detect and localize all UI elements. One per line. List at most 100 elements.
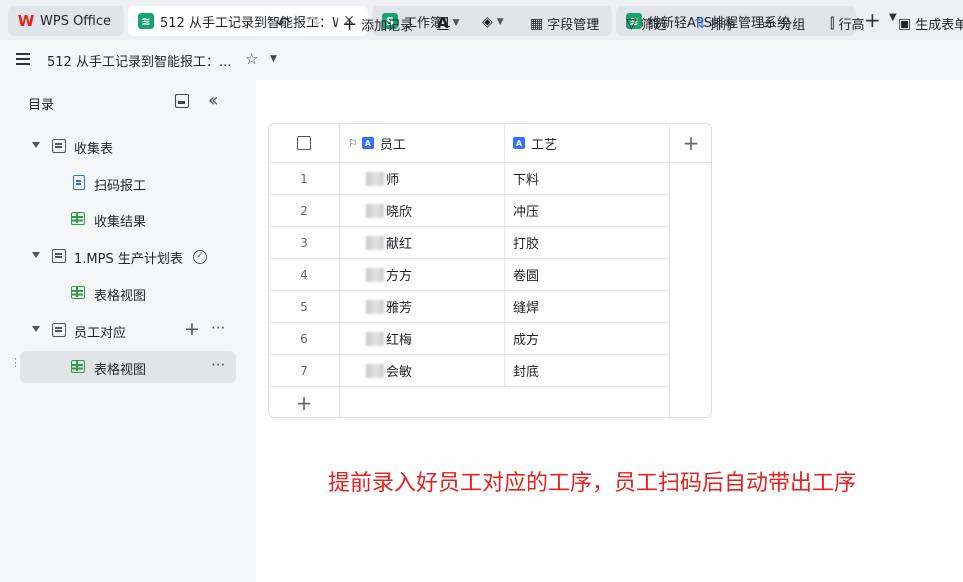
row-number[interactable]: 4 (269, 259, 340, 291)
redacted-name (366, 267, 384, 282)
row-height-icon: ⫿ (830, 15, 835, 32)
cell-process[interactable]: 打胶 (505, 227, 670, 259)
plus-icon: + (682, 131, 700, 155)
toolbar (256, 80, 963, 124)
redacted-name (366, 299, 384, 314)
expand-arrow-icon[interactable] (32, 326, 40, 332)
sidebar-title: 目录 (28, 98, 55, 113)
undo-icon[interactable]: ↶ (276, 14, 290, 34)
text-field-icon: A (513, 137, 525, 149)
expand-arrow-icon[interactable] (32, 142, 40, 148)
empty-row-area (340, 387, 670, 419)
row-number[interactable]: 7 (269, 355, 340, 387)
row-number[interactable]: 3 (269, 227, 340, 259)
field-manage-button[interactable]: ▦ 字段管理 (530, 14, 599, 34)
chevron-down-icon: ▼ (496, 17, 504, 27)
column-header-process[interactable]: A 工艺 (505, 124, 670, 163)
grid-icon: ▦ (530, 15, 544, 32)
cell-process[interactable]: 卷圆 (505, 259, 670, 291)
group-icon (52, 323, 66, 337)
chevron-down-icon[interactable]: ▼ (889, 12, 897, 23)
text-field-icon: A (361, 137, 374, 149)
row-number[interactable]: 2 (269, 195, 340, 227)
fill-color-button[interactable]: ◈ ▼ (482, 14, 504, 30)
font-color-icon: A (437, 14, 449, 32)
plus-icon: + (342, 14, 358, 35)
redo-icon[interactable]: ↷ (307, 14, 321, 34)
more-icon[interactable]: ··· (211, 356, 225, 374)
add-record-button[interactable]: + 添加记录 (342, 14, 413, 35)
expand-arrow-icon[interactable] (32, 252, 40, 258)
table-view-icon (71, 212, 85, 225)
sidebar-item-mps-plan[interactable]: 1.MPS 生产计划表 ✓ (12, 240, 240, 272)
group-icon (52, 139, 66, 153)
add-row-button[interactable]: + (269, 387, 340, 419)
cell-process[interactable]: 冲压 (505, 195, 670, 227)
cell-process[interactable]: 缝焊 (505, 291, 670, 323)
folder-icon: ▭ (762, 15, 776, 32)
cell-employee[interactable]: 会敏 (340, 355, 505, 387)
form-icon (73, 175, 85, 190)
smart-table-icon: ≋ (138, 13, 154, 29)
sidebar-item-employee-mapping[interactable]: 员工对应 + ··· (12, 314, 240, 346)
menu-icon[interactable] (16, 53, 30, 65)
table-view-icon (71, 360, 85, 373)
add-icon[interactable]: + (184, 318, 200, 340)
group-button[interactable]: ▭ 分组 (762, 14, 805, 34)
document-header: 512 从手工记录到智能报工：... ☆ ▼ (0, 40, 963, 80)
generate-form-button[interactable]: ▣ 生成表单 (898, 14, 963, 34)
paint-bucket-icon: ◈ (482, 14, 493, 30)
data-grid: ⚐ A 员工 A 工艺 + 1 师下料 2 晓欣 冲压 3 献红 打胶 4 方方 卷圆 5 雅芳 缝焊 6 红… (268, 123, 712, 419)
font-color-button[interactable]: A ▼ (437, 14, 460, 32)
sidebar-item-collect-form[interactable]: 收集表 (12, 130, 240, 162)
table-view-icon (71, 286, 85, 299)
sidebar-item-table-view-selected[interactable]: 表格视图 ··· (20, 351, 236, 383)
cell-employee[interactable]: 晓欣 (340, 195, 505, 227)
sidebar-item-table-view[interactable]: 表格视图 (12, 277, 240, 309)
collapse-sidebar-icon[interactable]: ‹‹ (208, 90, 219, 111)
tab-document[interactable]: ≋ 512 从手工记录到智能报工：WP ✕ (128, 6, 368, 36)
row-height-button[interactable]: ⫿ 行高 (830, 14, 865, 34)
sort-button[interactable]: ⇅ 排序 (694, 14, 736, 34)
wps-logo-icon: W (17, 12, 35, 30)
redacted-name (366, 235, 384, 250)
column-header-employee[interactable]: ⚐ A 员工 (340, 124, 505, 163)
star-icon[interactable]: ☆ (245, 50, 258, 68)
sort-icon: ⇅ (694, 15, 706, 32)
cell-employee[interactable]: 献红 (340, 227, 505, 259)
filter-icon: ▽ (626, 15, 637, 32)
checkbox[interactable] (297, 136, 311, 150)
primary-field-flag-icon: ⚐ (348, 136, 358, 150)
row-number[interactable]: 1 (269, 163, 340, 195)
plus-icon: + (295, 391, 313, 415)
chevron-down-icon: ▼ (452, 18, 460, 28)
cell-employee[interactable]: 师 (340, 163, 505, 195)
row-number[interactable]: 6 (269, 323, 340, 355)
redacted-name (366, 171, 384, 186)
clipboard-icon: ▣ (898, 15, 912, 32)
cell-process[interactable]: 成方 (505, 323, 670, 355)
cell-employee[interactable]: 方方 (340, 259, 505, 291)
synced-check-icon: ✓ (193, 250, 207, 264)
cell-employee[interactable]: 红梅 (340, 323, 505, 355)
chevron-down-icon[interactable]: ▼ (270, 54, 277, 64)
redacted-name (366, 203, 384, 218)
add-column-button[interactable]: + (670, 124, 712, 163)
redacted-name (366, 363, 384, 378)
sidebar-item-collect-results[interactable]: 收集结果 (12, 203, 240, 235)
row-number[interactable]: 5 (269, 291, 340, 323)
sidebar-item-scan-report[interactable]: 扫码报工 (12, 167, 240, 199)
cell-process[interactable]: 封底 (505, 355, 670, 387)
header-select-all[interactable] (269, 124, 340, 163)
document-title: 512 从手工记录到智能报工：... (47, 55, 232, 70)
annotation-text: 提前录入好员工对应的工序，员工扫码后自动带出工序 (328, 471, 857, 496)
more-icon[interactable]: ··· (211, 319, 225, 337)
filter-button[interactable]: ▽ 筛选 (626, 14, 667, 34)
cell-employee[interactable]: 雅芳 (340, 291, 505, 323)
save-view-icon[interactable] (175, 94, 189, 108)
redacted-name (366, 331, 384, 346)
group-icon (52, 249, 66, 263)
new-tab-icon[interactable]: + (864, 10, 881, 30)
cell-process[interactable]: 下料 (505, 163, 670, 195)
tab-wps-office[interactable]: W WPS Office (8, 6, 124, 36)
